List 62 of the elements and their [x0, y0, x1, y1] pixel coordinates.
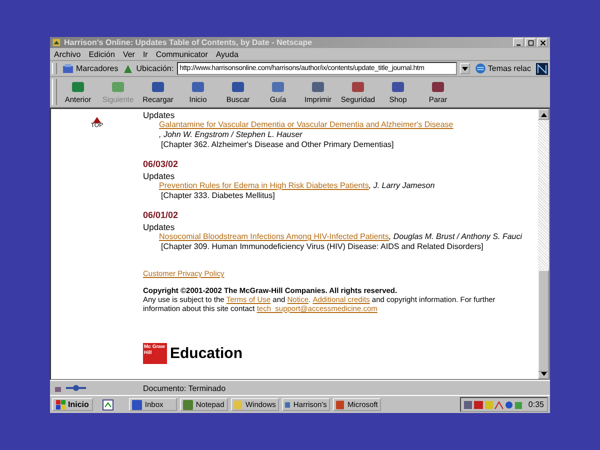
toolbar-icon: [150, 80, 166, 94]
maximize-icon: [528, 40, 534, 46]
related-button[interactable]: Temas relac: [472, 63, 533, 74]
location-icon: [123, 64, 134, 74]
chapter-reference: [Chapter 362. Alzheimer's Disease and Other Primary Dementias]: [160, 140, 395, 150]
section-heading: Updates: [143, 110, 176, 120]
scrollbar[interactable]: [538, 109, 549, 379]
menu-item[interactable]: Archivo: [54, 50, 81, 58]
authors: , John W. Engstrom / Stephen L. Hauser: [159, 130, 302, 140]
authors: , J. Larry Jameson: [368, 181, 435, 191]
location-label: Ubicación:: [136, 64, 174, 73]
menu-item[interactable]: Ver: [122, 50, 135, 58]
scroll-up-icon: [540, 112, 546, 116]
app-icon: [234, 400, 242, 410]
toolbar-icon: [430, 80, 446, 94]
minimize-button[interactable]: [513, 38, 524, 47]
toolbar-icon: [310, 80, 326, 94]
maximize-button[interactable]: [525, 38, 536, 47]
dropdown-button[interactable]: [460, 63, 470, 74]
article-link[interactable]: Prevention Rules for Edema in High Risk Diabetes Patients: [159, 181, 369, 191]
toolbar-icon: [390, 80, 406, 94]
tray-icons-drawing: [464, 400, 524, 410]
caret-icon: [462, 66, 468, 70]
toolbar-icon: [230, 80, 246, 94]
toolbar-icon: [270, 80, 286, 94]
start-button[interactable]: Inicio: [52, 398, 93, 411]
menu-item[interactable]: Ayuda: [216, 50, 238, 58]
status-text: Documento: Terminado: [143, 384, 226, 392]
date-heading: 06/03/02: [143, 159, 180, 169]
window-title: Harrison's Online: Updates Table of Contents, by Date - Netscape: [64, 38, 314, 47]
chapter-reference: [Chapter 333. Diabetes Mellitus]: [160, 191, 276, 201]
bookmark-icon: [62, 64, 74, 74]
menu-item[interactable]: Ir: [142, 50, 148, 58]
section-heading: Updates: [143, 171, 176, 181]
clock: 0:35: [528, 400, 544, 409]
article-link[interactable]: Galantamine for Vascular Dementia or Vascular Dementia and Alzheimer's Disease: [159, 120, 454, 130]
arrow-up-icon: [92, 117, 101, 123]
article-link[interactable]: Nosocomial Bloodstream Infections Among HIV-Infected Patients: [159, 232, 389, 242]
connection-icon: [66, 384, 86, 392]
windows-logo-icon: [56, 400, 66, 410]
app-icon: [336, 400, 344, 410]
toolbar-icon: [110, 80, 126, 94]
globe-icon: [474, 63, 486, 74]
logo-text: Education: [170, 345, 243, 362]
app-icon: [182, 400, 193, 410]
toolbar-icon: [350, 80, 366, 94]
authors: , Douglas M. Brust / Anthony S. Fauci: [388, 232, 522, 242]
menu-item[interactable]: Edición: [88, 50, 115, 58]
date-heading: 06/01/02: [143, 210, 180, 220]
chapter-reference: [Chapter 309. Human Immunodeficiency Virus (HIV) Disease: AIDS and Related Disorders]: [160, 242, 484, 252]
app-icon: [284, 400, 290, 410]
menu-item[interactable]: Communicator: [156, 50, 208, 58]
logo-icon: [536, 62, 548, 74]
toolbar-icon: [190, 80, 206, 94]
section-heading: Updates: [143, 222, 176, 232]
close-button[interactable]: [537, 38, 548, 47]
bookmarks-button[interactable]: Marcadores: [60, 64, 120, 74]
browser-icon: [52, 38, 61, 47]
close-icon: [540, 40, 546, 46]
app-icon: [132, 400, 142, 410]
toolbar-icon: [70, 80, 86, 94]
desktop-icon[interactable]: [102, 398, 114, 410]
